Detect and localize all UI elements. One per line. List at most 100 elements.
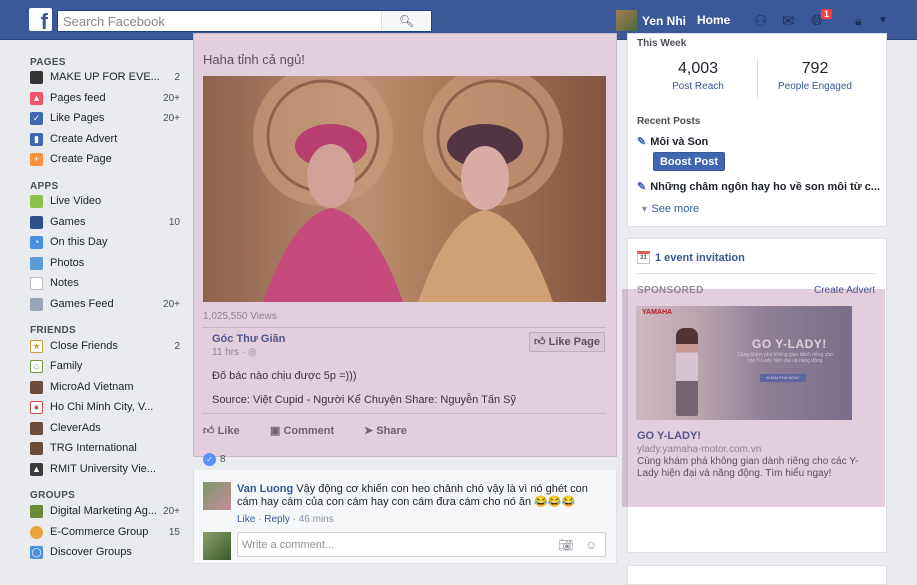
- sidebar-item-cleverads[interactable]: CleverAds: [30, 419, 180, 437]
- shared-post-time: 11 hrs · ◎: [212, 347, 257, 358]
- write-comment-box[interactable]: [237, 532, 606, 557]
- briefcase-icon: [30, 421, 43, 435]
- boost-post-button[interactable]: Boost Post: [653, 152, 725, 171]
- emoji-icon[interactable]: ☺: [585, 538, 597, 552]
- ad-image-button: KHÁM PHÁ NGAY: [760, 374, 806, 382]
- privacy-shortcuts-icon[interactable]: 🔒︎: [855, 14, 861, 29]
- comment-button[interactable]: ▣ Comment: [270, 424, 334, 437]
- profile-name: Yen Nhi: [642, 13, 687, 28]
- briefcase-icon: [30, 441, 43, 455]
- video-view-count: 1,025,550 Views: [203, 311, 277, 322]
- comment-author[interactable]: Van Luong: [237, 483, 293, 495]
- star-icon: ★: [30, 339, 43, 353]
- shared-post-source: Source: Việt Cupid - Người Kể Chuyện Sha…: [212, 394, 516, 406]
- comment-like-link[interactable]: Like: [237, 514, 255, 525]
- sidebar-item-trg-international[interactable]: TRG International: [30, 439, 180, 457]
- friends-section-header: FRIENDS: [30, 325, 76, 336]
- apps-section-header: APPS: [30, 181, 59, 192]
- home-link[interactable]: Home: [697, 13, 730, 27]
- groups-section-header: GROUPS: [30, 490, 76, 501]
- sidebar-item-digital-marketing[interactable]: Digital Marketing Ag... 20+: [30, 502, 180, 520]
- ad-title-link[interactable]: GO Y-LADY!: [637, 430, 701, 442]
- reaction-count[interactable]: ✓ 8: [203, 453, 226, 466]
- chevron-down-icon: ▼: [640, 204, 652, 214]
- games-icon: [30, 215, 43, 229]
- edit-icon: ✎: [637, 181, 647, 193]
- ad-image-subtext: Cùng khám phá không gian dành riêng cho …: [737, 352, 833, 364]
- shared-post-description: Đố bác nào chịu được 5p =))): [212, 370, 357, 382]
- shared-page-name[interactable]: Góc Thư Giãn: [212, 333, 285, 345]
- comment-meta: Like · Reply · 46 mins: [237, 514, 334, 525]
- post-text: Haha tỉnh cả ngủ!: [203, 52, 305, 67]
- megaphone-icon: ▲: [30, 91, 43, 105]
- commenter-avatar[interactable]: [203, 482, 231, 510]
- search-input[interactable]: [58, 11, 393, 31]
- photos-icon: [30, 256, 43, 270]
- like-reaction-icon: ✓: [203, 453, 216, 466]
- games-feed-icon: [30, 297, 43, 311]
- thumbs-up-icon: ✓: [30, 111, 43, 125]
- sidebar-item-family[interactable]: ⌂ Family: [30, 357, 180, 375]
- sidebar-item-makeup-page[interactable]: MAKE UP FOR EVE... 2: [30, 68, 180, 86]
- sidebar-item-close-friends[interactable]: ★ Close Friends 2: [30, 337, 180, 355]
- sidebar-item-notes[interactable]: Notes: [30, 274, 180, 292]
- sidebar-item-microad-vietnam[interactable]: MicroAd Vietnam: [30, 378, 180, 396]
- thumbs-up-icon: 👍︎: [534, 336, 549, 348]
- sidebar-item-pages-feed[interactable]: ▲ Pages feed 20+: [30, 89, 180, 107]
- ad-image-headline: GO Y-LADY!: [752, 337, 827, 351]
- notification-badge: 1: [820, 8, 834, 20]
- share-button[interactable]: ➤ Share: [364, 424, 407, 437]
- comment-icon: ▣: [270, 425, 284, 437]
- sidebar-item-games-feed[interactable]: Games Feed 20+: [30, 295, 180, 313]
- group-icon: [30, 504, 43, 518]
- group-icon: [30, 525, 43, 539]
- pages-section-header: PAGES: [30, 57, 66, 68]
- camera-icon[interactable]: 📷︎: [558, 538, 573, 552]
- ad-url[interactable]: ylady.yamaha-motor.com.vn: [637, 444, 761, 455]
- friend-requests-icon[interactable]: ⚇: [754, 12, 767, 30]
- sponsored-label: SPONSORED: [637, 285, 704, 296]
- account-menu-chevron-down-icon[interactable]: ▼: [878, 15, 888, 26]
- sidebar-item-create-page[interactable]: + Create Page: [30, 150, 180, 168]
- briefcase-icon: [30, 380, 43, 394]
- post-video-thumbnail[interactable]: [203, 76, 606, 302]
- search-box[interactable]: 🔍︎: [57, 10, 432, 32]
- recent-post-link[interactable]: ✎ Môi và Son: [637, 135, 708, 148]
- sidebar-item-rmit-university[interactable]: ▲ RMIT University Vie...: [30, 460, 180, 478]
- recent-posts-header: Recent Posts: [637, 116, 701, 127]
- avatar: [203, 532, 231, 560]
- sidebar-item-discover-groups[interactable]: ◯ Discover Groups: [30, 543, 180, 561]
- recent-post-link[interactable]: ✎ Những châm ngôn hay ho về son môi từ c.…: [637, 180, 880, 193]
- sidebar-item-ecommerce-group[interactable]: E-Commerce Group 15: [30, 523, 180, 541]
- sidebar-item-live-video[interactable]: Live Video: [30, 192, 180, 210]
- live-video-icon: [30, 194, 43, 208]
- like-page-button[interactable]: 👍︎ Like Page: [529, 332, 605, 352]
- sidebar-item-ho-chi-minh-city[interactable]: ● Ho Chi Minh City, V...: [30, 398, 180, 416]
- messages-icon[interactable]: ✉: [782, 12, 795, 30]
- comment-body: Van Luong Vậy động cơ khiến con heo chản…: [237, 483, 592, 509]
- see-more-link[interactable]: ▼ See more: [640, 203, 699, 215]
- post-reach-stat[interactable]: 4,003 Post Reach: [638, 60, 758, 92]
- people-engaged-stat[interactable]: 792 People Engaged: [755, 60, 875, 92]
- facebook-logo-icon[interactable]: f: [29, 8, 52, 31]
- sidebar-item-on-this-day[interactable]: ◔ On this Day: [30, 233, 180, 251]
- clock-icon: ◔: [30, 235, 43, 249]
- comment-reply-link[interactable]: Reply: [264, 514, 290, 525]
- sidebar-item-like-pages[interactable]: ✓ Like Pages 20+: [30, 109, 180, 127]
- sidebar-item-games[interactable]: Games 10: [30, 213, 180, 231]
- sidebar-item-photos[interactable]: Photos: [30, 254, 180, 272]
- event-invitation-link[interactable]: 31 1 event invitation: [637, 251, 745, 264]
- profile-link[interactable]: Yen Nhi: [616, 10, 687, 31]
- sidebar-item-create-advert[interactable]: ▮ Create Advert: [30, 130, 180, 148]
- calendar-icon: 31: [637, 251, 650, 264]
- comment-time: 46 mins: [298, 514, 334, 525]
- bar-chart-icon: ▮: [30, 132, 43, 146]
- like-button[interactable]: 👍︎ Like: [203, 424, 240, 437]
- notes-icon: [30, 276, 43, 290]
- write-comment-input[interactable]: [238, 533, 538, 556]
- ad-description: Cùng khám phá không gian dành riêng cho …: [637, 456, 859, 479]
- search-icon[interactable]: 🔍︎: [381, 11, 431, 31]
- house-icon: ⌂: [30, 359, 43, 373]
- flag-icon: +: [30, 152, 43, 166]
- create-advert-link[interactable]: Create Advert: [814, 285, 875, 296]
